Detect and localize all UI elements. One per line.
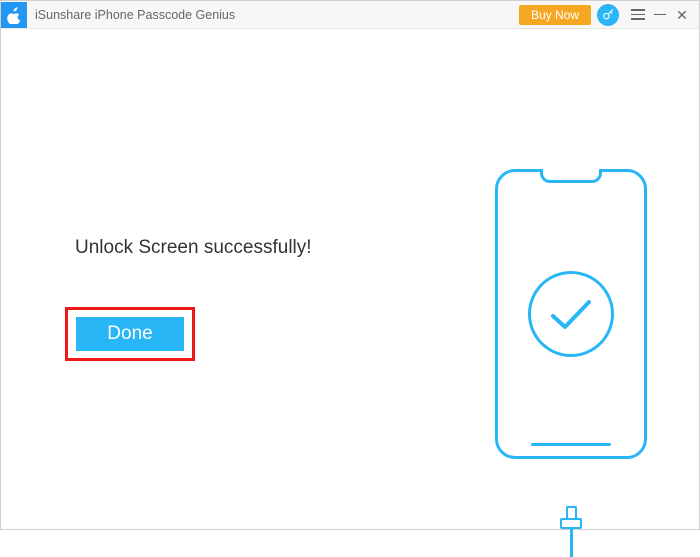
success-message: Unlock Screen successfully! [75,237,312,259]
phone-home-indicator [531,443,611,446]
content-area: Unlock Screen successfully! Done [1,29,699,529]
menu-button[interactable] [627,2,649,28]
done-highlight-box: Done [65,307,195,361]
phone-illustration [495,169,647,509]
key-icon [602,8,615,21]
register-key-button[interactable] [597,4,619,26]
menu-icon [631,9,645,20]
buy-now-button[interactable]: Buy Now [519,5,591,25]
app-window: iSunshare iPhone Passcode Genius Buy Now… [0,0,700,530]
minimize-button[interactable] [649,2,671,28]
minimize-icon [654,14,666,16]
done-button[interactable]: Done [76,317,184,351]
app-logo [1,2,27,28]
close-icon: ✕ [676,8,688,22]
phone-outline [495,169,647,459]
close-button[interactable]: ✕ [671,2,693,28]
checkmark-icon [547,294,595,334]
success-check-circle [528,271,614,357]
phone-notch [540,169,602,183]
phone-cable [560,506,582,557]
app-title: iSunshare iPhone Passcode Genius [35,8,235,22]
titlebar: iSunshare iPhone Passcode Genius Buy Now… [1,1,699,29]
apple-icon [6,6,22,24]
